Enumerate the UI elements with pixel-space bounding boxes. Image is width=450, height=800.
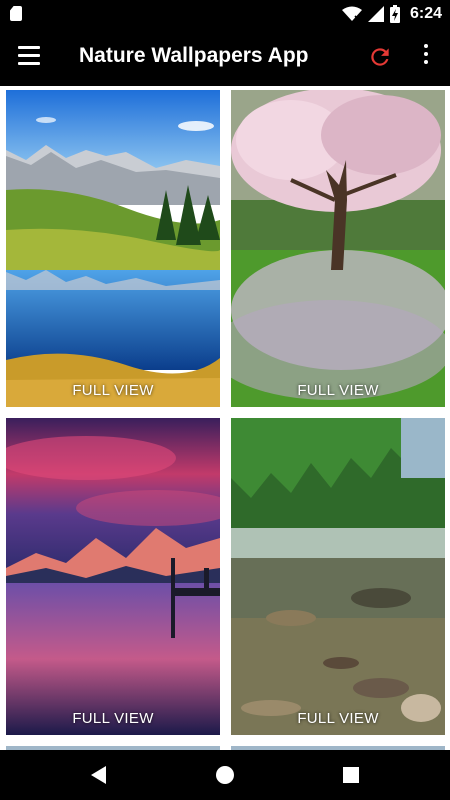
status-bar: 6:24 (0, 0, 450, 28)
more-vert-icon[interactable] (419, 44, 433, 70)
wallpaper-card-sunset-lake[interactable]: FULL VIEW (6, 418, 220, 735)
wallpaper-card-blossom-tree[interactable]: FULL VIEW (231, 90, 445, 407)
wallpaper-card-forest-river[interactable]: FULL VIEW (231, 418, 445, 735)
signal-icon (367, 6, 384, 22)
app-bar: Nature Wallpapers App (0, 28, 450, 86)
full-view-label[interactable]: FULL VIEW (231, 710, 445, 727)
refresh-icon[interactable] (367, 44, 393, 70)
wallpaper-image-mountain-lake (6, 90, 220, 407)
wallpaper-image-sunset-lake (6, 418, 220, 735)
full-view-label[interactable]: FULL VIEW (6, 710, 220, 727)
navigation-bar (0, 750, 450, 800)
wallpaper-image-forest-river (231, 418, 445, 735)
wallpaper-card-mountain-lake[interactable]: FULL VIEW (6, 90, 220, 407)
home-icon[interactable] (212, 763, 238, 787)
wallpaper-grid: FULL VIEW FULL VIEW FULL VIEW FULL VIEW (0, 86, 450, 750)
full-view-label[interactable]: FULL VIEW (231, 382, 445, 399)
wifi-icon (341, 6, 362, 21)
sd-card-icon (10, 6, 22, 21)
app-title: Nature Wallpapers App (79, 44, 309, 67)
wallpaper-image-blossom-tree (231, 90, 445, 407)
full-view-label[interactable]: FULL VIEW (6, 382, 220, 399)
menu-icon[interactable] (18, 46, 42, 68)
battery-charging-icon (389, 5, 400, 23)
recents-icon[interactable] (338, 763, 364, 787)
back-icon[interactable] (86, 763, 112, 787)
clock: 6:24 (409, 5, 442, 22)
